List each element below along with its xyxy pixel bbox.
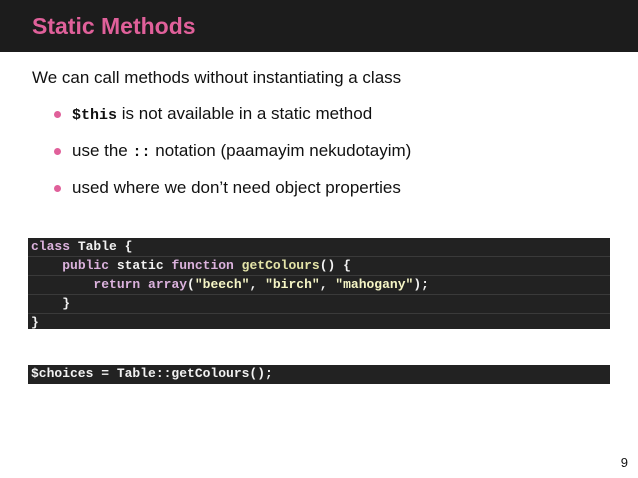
code-line: public static function getColours() { <box>28 257 610 276</box>
code-text: , <box>319 277 336 292</box>
bullet-text: notation (paamayim nekudotayim) <box>150 141 412 160</box>
code-keyword: return <box>93 277 141 292</box>
bullet-dot-icon <box>54 111 61 118</box>
code-text: static <box>109 258 172 273</box>
code-text: () { <box>319 258 351 273</box>
bullet-dot-icon <box>54 185 61 192</box>
bullet-item: used where we don’t need object properti… <box>54 177 411 214</box>
code-string: "beech" <box>194 277 250 292</box>
code-keyword: public <box>62 258 110 273</box>
code-string: "birch" <box>265 277 320 292</box>
code-text: ); <box>413 277 429 292</box>
code-line: return array("beech", "birch", "mahogany… <box>28 276 610 295</box>
code-text: , <box>249 277 266 292</box>
code-function: getColours <box>233 258 320 273</box>
bullet-text: used where we don’t need object properti… <box>72 178 401 197</box>
slide-title: Static Methods <box>32 13 196 39</box>
code-text: ( <box>187 277 195 292</box>
code-keyword: class <box>31 239 71 254</box>
bullet-item: $this is not available in a static metho… <box>54 103 411 140</box>
code-line: class Table { <box>28 238 610 257</box>
code-text: Table { <box>70 239 133 254</box>
code-line: } <box>31 315 39 330</box>
inline-code: :: <box>132 144 151 161</box>
bullet-item: use the :: notation (paamayim nekudotayi… <box>54 140 411 177</box>
bullet-dot-icon <box>54 148 61 155</box>
bullet-text: use the <box>72 141 133 160</box>
intro-text: We can call methods without instantiatin… <box>32 68 402 87</box>
code-function: array <box>140 277 188 292</box>
title-bar: Static Methods <box>0 0 638 52</box>
inline-code: $this <box>72 107 118 124</box>
bullet-text: is not available in a static method <box>117 104 373 123</box>
code-line: } <box>28 295 610 314</box>
code-block-call: $choices = Table::getColours(); <box>28 365 610 384</box>
code-block-class: class Table { public static function get… <box>28 238 610 330</box>
code-keyword: function <box>171 258 234 273</box>
bullet-list: $this is not available in a static metho… <box>54 103 411 214</box>
code-string: "mahogany" <box>335 277 414 292</box>
page-number: 9 <box>620 455 628 470</box>
code-line: $choices = Table::getColours(); <box>31 366 273 381</box>
